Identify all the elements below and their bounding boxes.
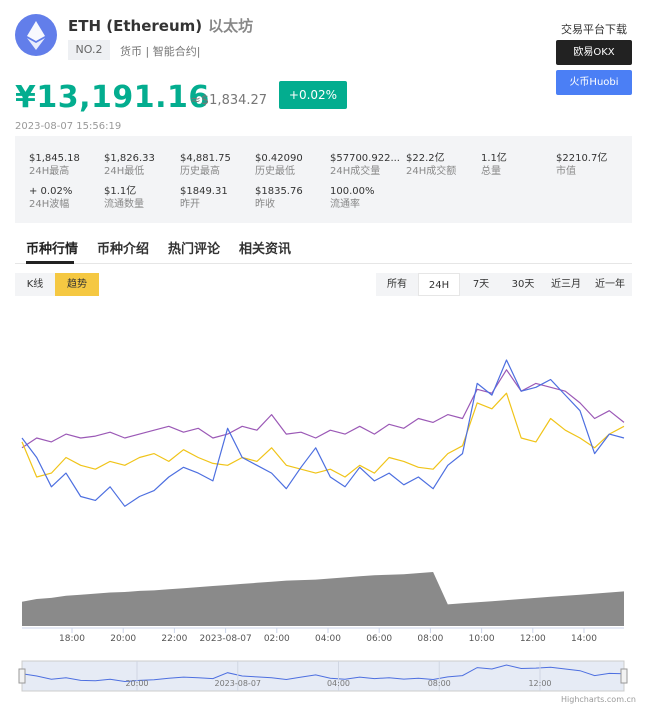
- rank-badge: NO.2: [68, 40, 110, 60]
- stat-label: 历史最高: [180, 166, 220, 177]
- range-7d-button[interactable]: 7天: [460, 273, 502, 296]
- price-lines: [21, 359, 625, 507]
- stat-label: 市值: [556, 166, 576, 177]
- tab-active-underline: [26, 261, 74, 264]
- stat-label: 24H成交额: [406, 166, 457, 177]
- stat-value: 1.1亿: [481, 153, 507, 164]
- navigator-tick-label: 20:00: [125, 679, 148, 688]
- kline-toggle-button[interactable]: K线: [15, 273, 55, 296]
- stat-item: $4,881.75 历史最高: [180, 152, 231, 178]
- stat-label: 流通数量: [104, 199, 144, 210]
- tab-market[interactable]: 币种行情: [26, 238, 78, 257]
- x-axis-tick-label: 12:00: [520, 634, 546, 644]
- price-trend-chart[interactable]: 18:00 20:00 22:00 2023-08-07 02:00 04:00 06:00…: [0, 300, 650, 695]
- trend-toggle-button[interactable]: 趋势: [55, 273, 99, 296]
- stat-value: $2210.7亿: [556, 153, 608, 164]
- stat-item: $1835.76 昨收: [255, 185, 303, 211]
- x-axis-tick-label: 06:00: [366, 634, 392, 644]
- coin-tags: 货币 | 智能合约|: [120, 45, 201, 58]
- stat-value: $22.2亿: [406, 153, 445, 164]
- navigator-left-handle[interactable]: [18, 668, 26, 684]
- stats-panel: $1,845.18 24H最高 $1,826.33 24H最低 $4,881.75 历…: [15, 136, 632, 223]
- update-timestamp: 2023-08-07 15:56:19: [15, 121, 122, 132]
- stat-value: $1.1亿: [104, 186, 137, 197]
- stat-item: $2210.7亿 市值: [556, 152, 607, 178]
- range-24h-button[interactable]: 24H: [418, 273, 460, 296]
- stat-label: 流通率: [330, 199, 360, 210]
- stat-value: $1835.76: [255, 186, 303, 197]
- stat-value: $1849.31: [180, 186, 228, 197]
- x-axis-tick-label: 20:00: [110, 634, 136, 644]
- price-series-line-0: [21, 369, 625, 449]
- navigator[interactable]: 20:00 2023-08-07 04:00 08:00 12:00: [18, 660, 628, 692]
- price-usd: ≈$1,834.27: [190, 93, 268, 108]
- x-axis-tick-label: 2023-08-07: [199, 634, 251, 644]
- chart-credit: Highcharts.com.cn: [561, 695, 636, 704]
- stat-item: $1849.31 昨开: [180, 185, 228, 211]
- content-tabs: 币种行情 币种介绍 热门评论 相关资讯: [15, 236, 632, 264]
- stat-item: $57700.922... 24H成交量: [330, 152, 400, 178]
- stat-item: $0.42090 历史最低: [255, 152, 303, 178]
- stat-item: $1,845.18 24H最高: [29, 152, 80, 178]
- chart-type-toggle: K线 趋势: [15, 273, 99, 296]
- range-1y-button[interactable]: 近一年: [588, 273, 632, 296]
- range-3m-button[interactable]: 近三月: [544, 273, 588, 296]
- stat-label: 24H波幅: [29, 199, 70, 210]
- stat-item: 100.00% 流通率: [330, 185, 375, 211]
- x-axis-tick-label: 18:00: [59, 634, 85, 644]
- navigator-tick-label: 04:00: [327, 679, 350, 688]
- stat-value: 100.00%: [330, 186, 375, 197]
- x-axis-tick-label: 10:00: [469, 634, 495, 644]
- huobi-download-button[interactable]: 火币Huobi: [556, 70, 632, 95]
- stat-item: $1,826.33 24H最低: [104, 152, 155, 178]
- stat-label: 24H最高: [29, 166, 70, 177]
- coin-title: ETH (Ethereum) 以太坊: [68, 15, 253, 36]
- tab-comments[interactable]: 热门评论: [168, 238, 220, 257]
- tab-intro[interactable]: 币种介绍: [97, 238, 149, 257]
- coin-cn-name: 以太坊: [208, 17, 254, 35]
- x-axis-tick-label: 02:00: [264, 634, 290, 644]
- navigator-right-handle[interactable]: [620, 668, 628, 684]
- stat-value: $1,845.18: [29, 153, 80, 164]
- navigator-tick-label: 2023-08-07: [215, 679, 262, 688]
- stat-label: 24H最低: [104, 166, 145, 177]
- tab-news[interactable]: 相关资讯: [239, 238, 291, 257]
- coin-symbol-name: ETH (Ethereum): [68, 17, 203, 35]
- stat-value: + 0.02%: [29, 186, 73, 197]
- stat-value: $4,881.75: [180, 153, 231, 164]
- change-badge: +0.02%: [279, 81, 347, 109]
- x-axis-tick-label: 14:00: [571, 634, 597, 644]
- x-axis-tick-label: 08:00: [417, 634, 443, 644]
- stat-item: $1.1亿流通数量: [104, 185, 144, 211]
- price-cny: ¥13,191.16: [15, 80, 210, 115]
- coin-header: ETH (Ethereum) 以太坊 NO.2 货币 | 智能合约| ¥13,19…: [0, 0, 650, 135]
- stat-value: $0.42090: [255, 153, 303, 164]
- x-axis-tick-label: 22:00: [161, 634, 187, 644]
- range-30d-button[interactable]: 30天: [502, 273, 544, 296]
- stat-item: + 0.02% 24H波幅: [29, 185, 72, 211]
- volume-area-fill: [22, 572, 624, 626]
- stat-value: $1,826.33: [104, 153, 155, 164]
- stat-label: 历史最低: [255, 166, 295, 177]
- volume-area: [22, 572, 624, 626]
- okx-download-button[interactable]: 欧易OKX: [556, 40, 632, 65]
- stat-label: 昨收: [255, 199, 275, 210]
- stat-value: $57700.922...: [330, 153, 400, 164]
- stat-label: 24H成交量: [330, 166, 381, 177]
- stat-item: 1.1亿总量: [481, 152, 507, 178]
- x-axis: 18:00 20:00 22:00 2023-08-07 02:00 04:00 06:00…: [22, 627, 624, 644]
- time-range-selector: 所有 24H 7天 30天 近三月 近一年: [376, 273, 632, 296]
- stat-label: 昨开: [180, 199, 200, 210]
- ethereum-logo-icon: [15, 14, 57, 56]
- download-title: 交易平台下载: [561, 23, 627, 36]
- x-axis-tick-label: 04:00: [315, 634, 341, 644]
- stat-item: $22.2亿 24H成交额: [406, 152, 456, 178]
- navigator-tick-label: 08:00: [428, 679, 451, 688]
- price-series-line-1: [21, 392, 625, 478]
- navigator-tick-label: 12:00: [528, 679, 551, 688]
- stat-label: 总量: [481, 166, 501, 177]
- range-all-button[interactable]: 所有: [376, 273, 418, 296]
